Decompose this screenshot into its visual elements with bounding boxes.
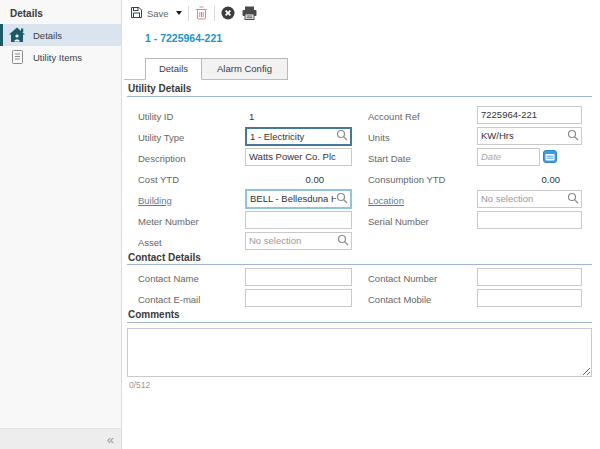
section-title-contact-details: Contact Details bbox=[127, 253, 592, 266]
search-icon[interactable] bbox=[336, 192, 348, 206]
account-ref-label: Account Ref bbox=[368, 111, 420, 122]
form-row: Utility Type Units bbox=[127, 126, 592, 147]
contact-mobile-input[interactable] bbox=[477, 289, 582, 307]
sidebar-title: Details bbox=[0, 0, 121, 24]
units-input[interactable] bbox=[481, 129, 567, 143]
comments-counter: 0/512 bbox=[129, 380, 592, 390]
contact-email-label: Contact E-mail bbox=[138, 294, 200, 305]
utility-type-label: Utility Type bbox=[138, 132, 184, 143]
main-panel: Save 1 - 7225964-221 Details Alarm Confi… bbox=[122, 0, 600, 449]
asset-lookup bbox=[245, 232, 352, 250]
utility-id-value: 1 bbox=[249, 111, 254, 122]
form-row: Contact E-mail Contact Mobile bbox=[127, 288, 592, 309]
tab-alarm-config[interactable]: Alarm Config bbox=[202, 58, 288, 79]
comments-textarea[interactable] bbox=[127, 328, 592, 377]
save-dropdown-icon[interactable] bbox=[176, 11, 182, 15]
description-label: Description bbox=[138, 153, 186, 164]
document-icon bbox=[8, 49, 26, 65]
building-link[interactable]: Building bbox=[138, 195, 172, 206]
search-icon[interactable] bbox=[336, 129, 348, 143]
form-row: Cost YTD 0.00 Consumption YTD 0.00 bbox=[127, 168, 592, 189]
search-icon[interactable] bbox=[567, 192, 579, 206]
utility-id-label: Utility ID bbox=[138, 111, 173, 122]
calendar-icon[interactable] bbox=[543, 150, 557, 163]
location-lookup bbox=[477, 190, 582, 208]
toolbar-separator bbox=[188, 6, 189, 21]
contact-email-input[interactable] bbox=[245, 289, 352, 307]
toolbar: Save bbox=[130, 4, 257, 22]
delete-button[interactable] bbox=[195, 6, 208, 20]
asset-label: Asset bbox=[138, 237, 162, 248]
start-date-label: Start Date bbox=[368, 153, 411, 164]
sidebar-item-label: Details bbox=[33, 30, 62, 41]
collapse-sidebar-icon[interactable]: « bbox=[107, 433, 114, 446]
contact-name-input[interactable] bbox=[245, 268, 352, 286]
form-row: Meter Number Serial Number bbox=[127, 210, 592, 231]
tab-strip: Details Alarm Config bbox=[124, 58, 288, 80]
serial-number-input[interactable] bbox=[477, 211, 582, 229]
section-title-utility-details: Utility Details bbox=[127, 84, 592, 97]
account-ref-input[interactable] bbox=[477, 106, 582, 124]
consumption-ytd-value: 0.00 bbox=[477, 174, 560, 185]
units-label: Units bbox=[368, 132, 390, 143]
utility-type-lookup bbox=[245, 127, 352, 146]
sidebar-footer: « bbox=[0, 428, 121, 449]
building-input[interactable] bbox=[250, 192, 336, 206]
asset-input[interactable] bbox=[249, 234, 337, 248]
sidebar-item-utility-items[interactable]: Utility Items bbox=[0, 46, 121, 68]
contact-number-label: Contact Number bbox=[368, 273, 437, 284]
sidebar-item-label: Utility Items bbox=[33, 52, 82, 63]
search-icon[interactable] bbox=[567, 129, 579, 143]
form-row: Contact Name Contact Number bbox=[127, 267, 592, 288]
consumption-ytd-label: Consumption YTD bbox=[368, 174, 445, 185]
form-row: Description Start Date bbox=[127, 147, 592, 168]
units-lookup bbox=[477, 127, 582, 145]
sidebar: Details Details Utility Items « bbox=[0, 0, 122, 449]
section-title-comments: Comments bbox=[127, 310, 592, 323]
tab-details[interactable]: Details bbox=[145, 58, 202, 80]
building-lookup bbox=[245, 189, 352, 209]
search-icon[interactable] bbox=[337, 234, 349, 248]
form-row: Building Location bbox=[127, 189, 592, 210]
utility-type-input[interactable] bbox=[250, 129, 336, 143]
details-form: Utility Details Utility ID 1 Account Ref… bbox=[127, 84, 592, 390]
cancel-button[interactable] bbox=[221, 6, 235, 20]
cost-ytd-value: 0.00 bbox=[245, 174, 324, 185]
print-button[interactable] bbox=[242, 6, 257, 20]
building-icon bbox=[8, 27, 26, 43]
contact-mobile-label: Contact Mobile bbox=[368, 294, 431, 305]
meter-number-label: Meter Number bbox=[138, 216, 199, 227]
form-row: Utility ID 1 Account Ref bbox=[127, 105, 592, 126]
description-input[interactable] bbox=[245, 148, 352, 166]
save-button[interactable]: Save bbox=[130, 6, 174, 21]
serial-number-label: Serial Number bbox=[368, 216, 429, 227]
toolbar-separator bbox=[214, 6, 215, 21]
location-input[interactable] bbox=[481, 192, 567, 206]
contact-name-label: Contact Name bbox=[138, 273, 199, 284]
meter-number-input[interactable] bbox=[245, 211, 352, 229]
cost-ytd-label: Cost YTD bbox=[138, 174, 179, 185]
contact-number-input[interactable] bbox=[477, 268, 582, 286]
sidebar-item-details[interactable]: Details bbox=[0, 24, 121, 46]
location-link[interactable]: Location bbox=[368, 195, 404, 206]
save-label: Save bbox=[147, 8, 169, 19]
form-row: Asset bbox=[127, 231, 592, 252]
record-title: 1 - 7225964-221 bbox=[145, 32, 222, 44]
start-date-input[interactable] bbox=[477, 148, 540, 166]
save-icon bbox=[130, 6, 143, 21]
